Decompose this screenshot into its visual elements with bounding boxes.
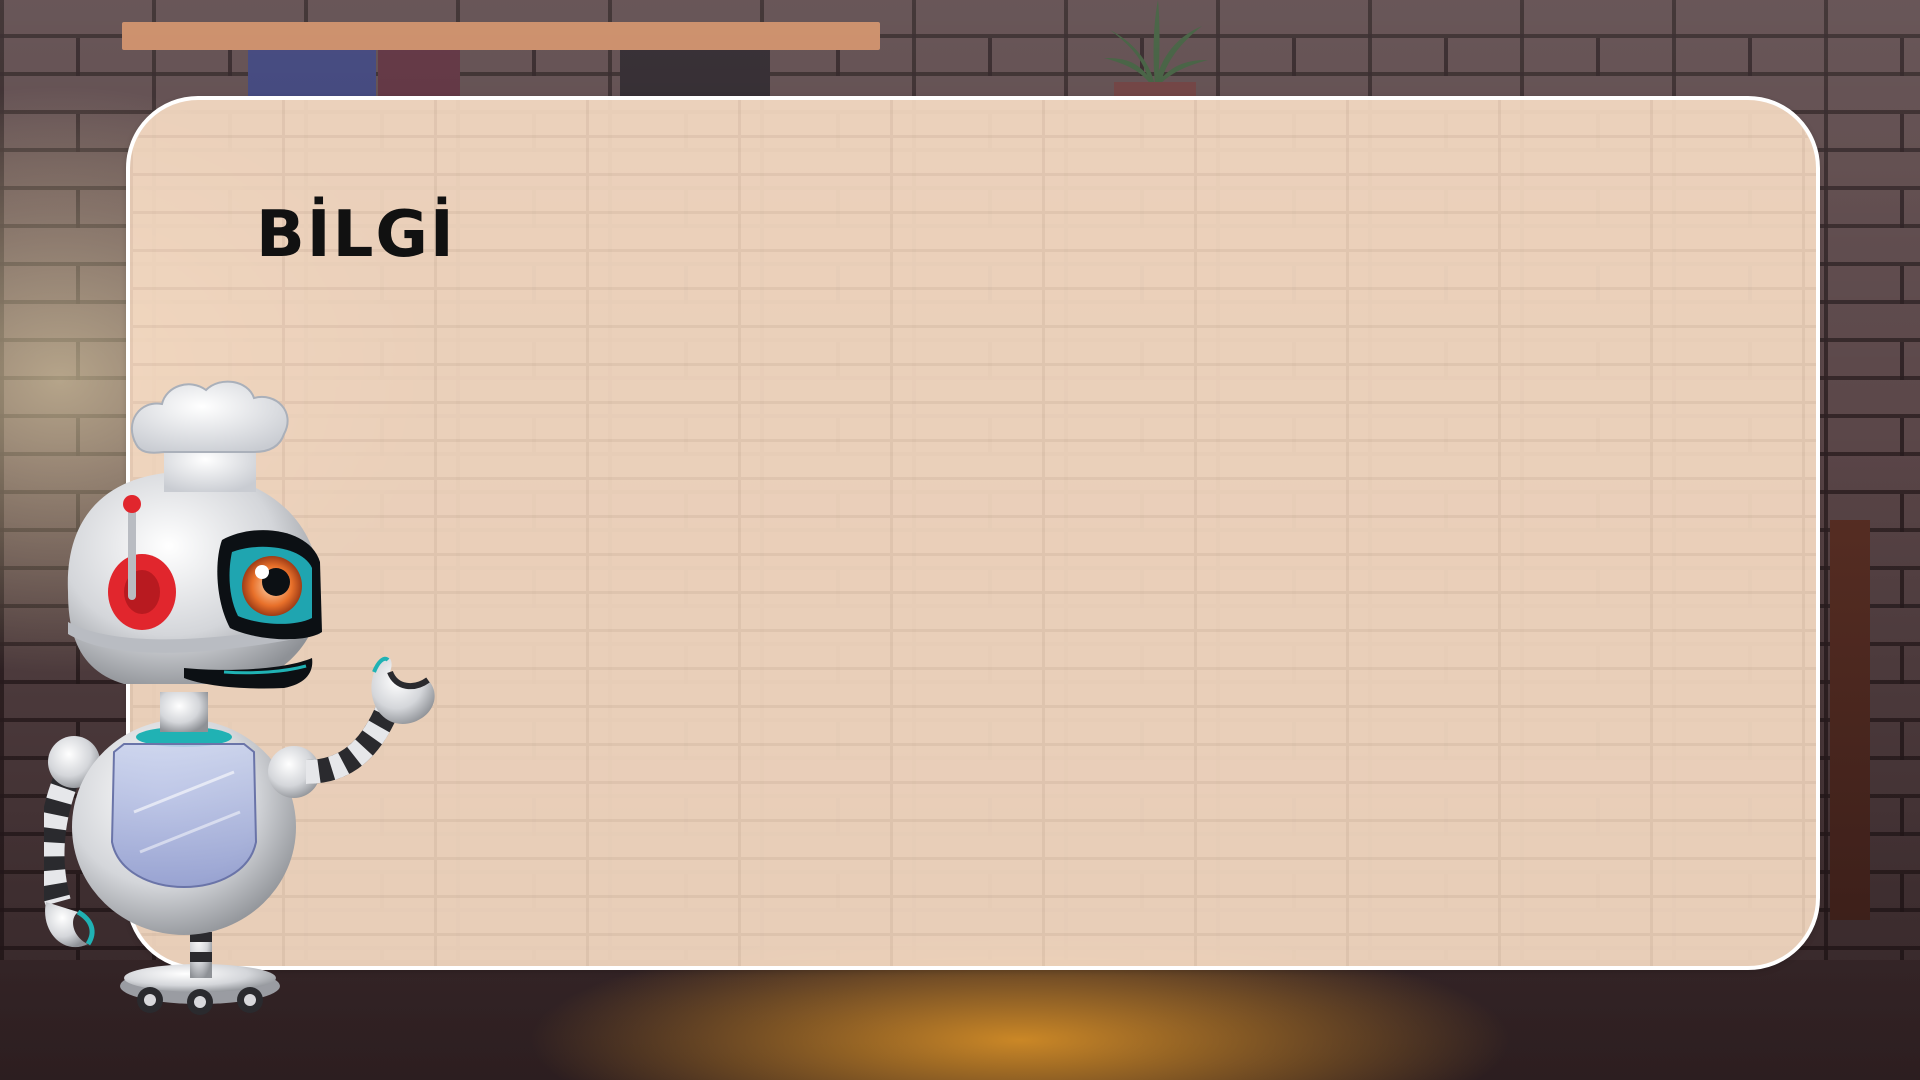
robot-chef-mascot bbox=[44, 380, 435, 1015]
robot-right-arm bbox=[305, 656, 435, 784]
kitchen-scene: BİLGİ bbox=[0, 0, 1920, 1080]
robot-body bbox=[72, 719, 320, 935]
robot-neck bbox=[160, 692, 208, 732]
robot-head bbox=[67, 472, 322, 689]
panel-title: BİLGİ bbox=[256, 198, 456, 272]
